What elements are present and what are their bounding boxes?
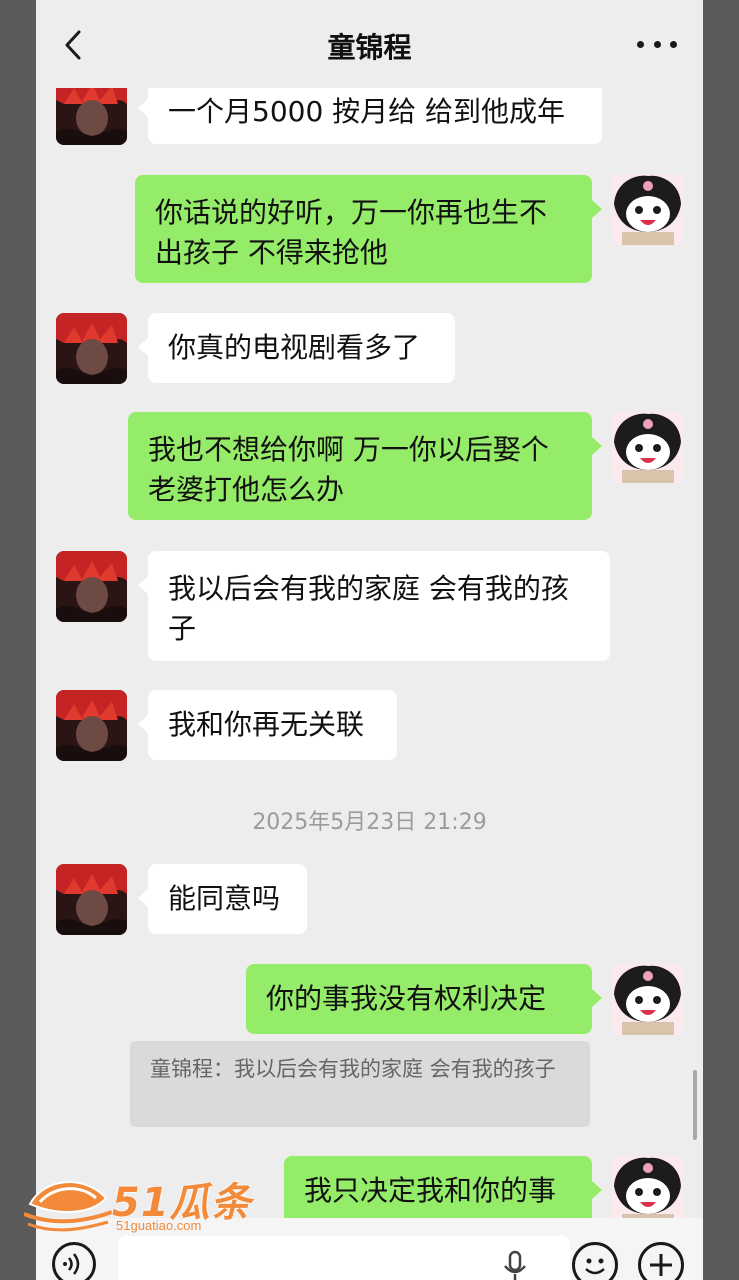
mic-icon[interactable] — [502, 1250, 528, 1280]
more-dots-icon[interactable] — [637, 30, 677, 58]
chat-title: 童锦程 — [327, 31, 412, 64]
contact-avatar[interactable] — [56, 313, 127, 384]
watermark-logo: 51瓜条 51guatiao.com — [24, 1168, 264, 1238]
plus-icon[interactable] — [638, 1242, 684, 1280]
chat-header: 童锦程 — [36, 0, 703, 88]
message-timestamp: 2025年5月23日 21:29 — [252, 810, 487, 835]
chat-screen: 童锦程 一个月5000 按月给 给到他成年 你话说的好听，万一你再也生不出孩子 — [36, 0, 703, 1280]
incoming-message[interactable]: 你真的电视剧看多了 — [148, 313, 455, 383]
self-avatar[interactable] — [612, 964, 683, 1035]
incoming-message[interactable]: 我和你再无关联 — [148, 690, 397, 760]
voice-icon[interactable] — [52, 1242, 96, 1280]
outgoing-message[interactable]: 你的事我没有权利决定 — [246, 964, 592, 1034]
scrollbar[interactable] — [693, 1070, 697, 1140]
self-avatar[interactable] — [612, 412, 683, 483]
outgoing-message[interactable]: 我只决定我和你的事 — [284, 1156, 592, 1226]
contact-avatar[interactable] — [56, 690, 127, 761]
outgoing-message[interactable]: 你话说的好听，万一你再也生不出孩子 不得来抢他 — [135, 175, 592, 283]
outgoing-message[interactable]: 我也不想给你啊 万一你以后娶个老婆打他怎么办 — [128, 412, 592, 520]
watermark-url: 51guatiao.com — [116, 1218, 202, 1233]
self-avatar[interactable] — [612, 174, 683, 245]
contact-avatar[interactable] — [56, 864, 127, 935]
incoming-message[interactable]: 能同意吗 — [148, 864, 307, 934]
quoted-message[interactable]: 童锦程：我以后会有我的家庭 会有我的孩子 — [130, 1041, 590, 1127]
contact-avatar[interactable] — [56, 551, 127, 622]
emoji-icon[interactable] — [572, 1242, 618, 1280]
incoming-message[interactable]: 我以后会有我的家庭 会有我的孩子 — [148, 551, 610, 661]
self-avatar[interactable] — [612, 1156, 683, 1227]
